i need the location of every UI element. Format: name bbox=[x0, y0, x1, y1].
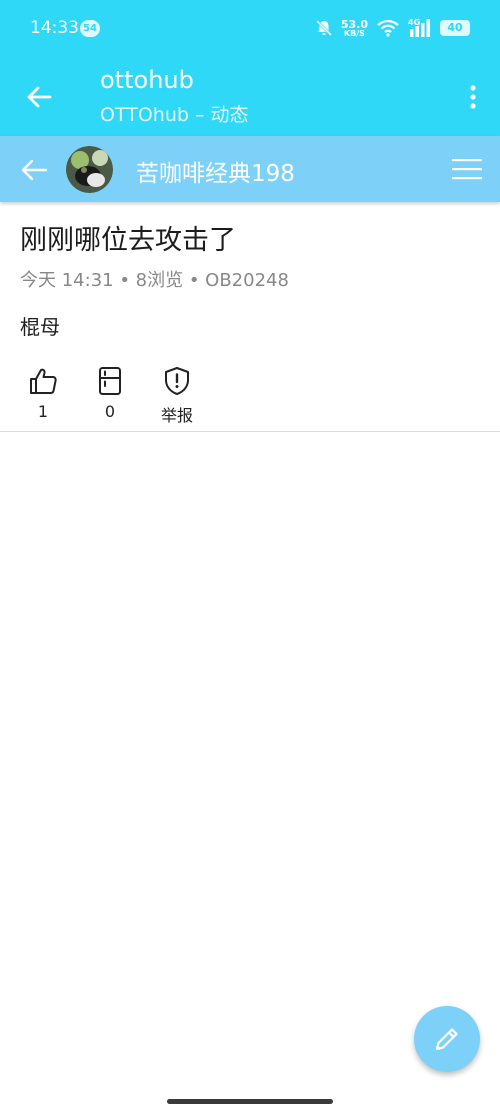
like-count: 1 bbox=[37, 402, 49, 421]
avatar[interactable] bbox=[66, 146, 113, 193]
status-time: 14:33 bbox=[30, 18, 79, 38]
compose-fab[interactable] bbox=[414, 1006, 480, 1072]
report-button[interactable]: 举报 bbox=[153, 366, 201, 426]
home-indicator[interactable] bbox=[167, 1099, 333, 1104]
favorite-count: 0 bbox=[104, 402, 116, 421]
notification-badge: 54 bbox=[80, 20, 100, 37]
hamburger-menu-icon[interactable] bbox=[452, 156, 482, 182]
more-vert-icon[interactable] bbox=[468, 82, 478, 112]
arrow-left-icon[interactable] bbox=[24, 82, 54, 112]
thumbs-up-icon bbox=[30, 368, 57, 394]
like-button[interactable]: 1 bbox=[19, 366, 67, 421]
signal-icon bbox=[410, 19, 430, 37]
user-header: 苦咖啡经典198 bbox=[0, 136, 500, 202]
net-speed-value: 53.0 bbox=[340, 17, 368, 31]
app-bar: ottohub OTTOhub – 动态 bbox=[0, 58, 500, 136]
report-label: 举报 bbox=[160, 406, 193, 425]
divider bbox=[0, 431, 500, 432]
status-bar: 14:33 54 53.0 KB/S 4G 40 bbox=[0, 0, 500, 58]
pencil-icon bbox=[435, 1028, 458, 1051]
app-subtitle: OTTOhub – 动态 bbox=[100, 104, 249, 126]
signal-group: 4G bbox=[408, 18, 432, 38]
post-body: 棍母 bbox=[20, 315, 60, 339]
username[interactable]: 苦咖啡经典198 bbox=[136, 154, 295, 188]
favorite-button[interactable]: 0 bbox=[86, 366, 134, 421]
post-meta: 今天 14:31 • 8浏览 • OB20248 bbox=[20, 270, 289, 291]
mute-bell-icon bbox=[315, 19, 332, 37]
battery-icon: 40 bbox=[440, 20, 470, 36]
fridge-icon bbox=[99, 367, 121, 395]
post-title: 刚刚哪位去攻击了 bbox=[20, 225, 236, 256]
wifi-icon bbox=[377, 19, 399, 37]
shield-alert-icon bbox=[165, 367, 189, 395]
app-title: ottohub bbox=[100, 66, 194, 94]
net-speed: 53.0 KB/S bbox=[341, 19, 368, 38]
status-icons: 53.0 KB/S 4G 40 bbox=[315, 16, 470, 40]
net-speed-unit: KB/S bbox=[343, 28, 365, 38]
arrow-left-icon[interactable] bbox=[18, 154, 50, 186]
